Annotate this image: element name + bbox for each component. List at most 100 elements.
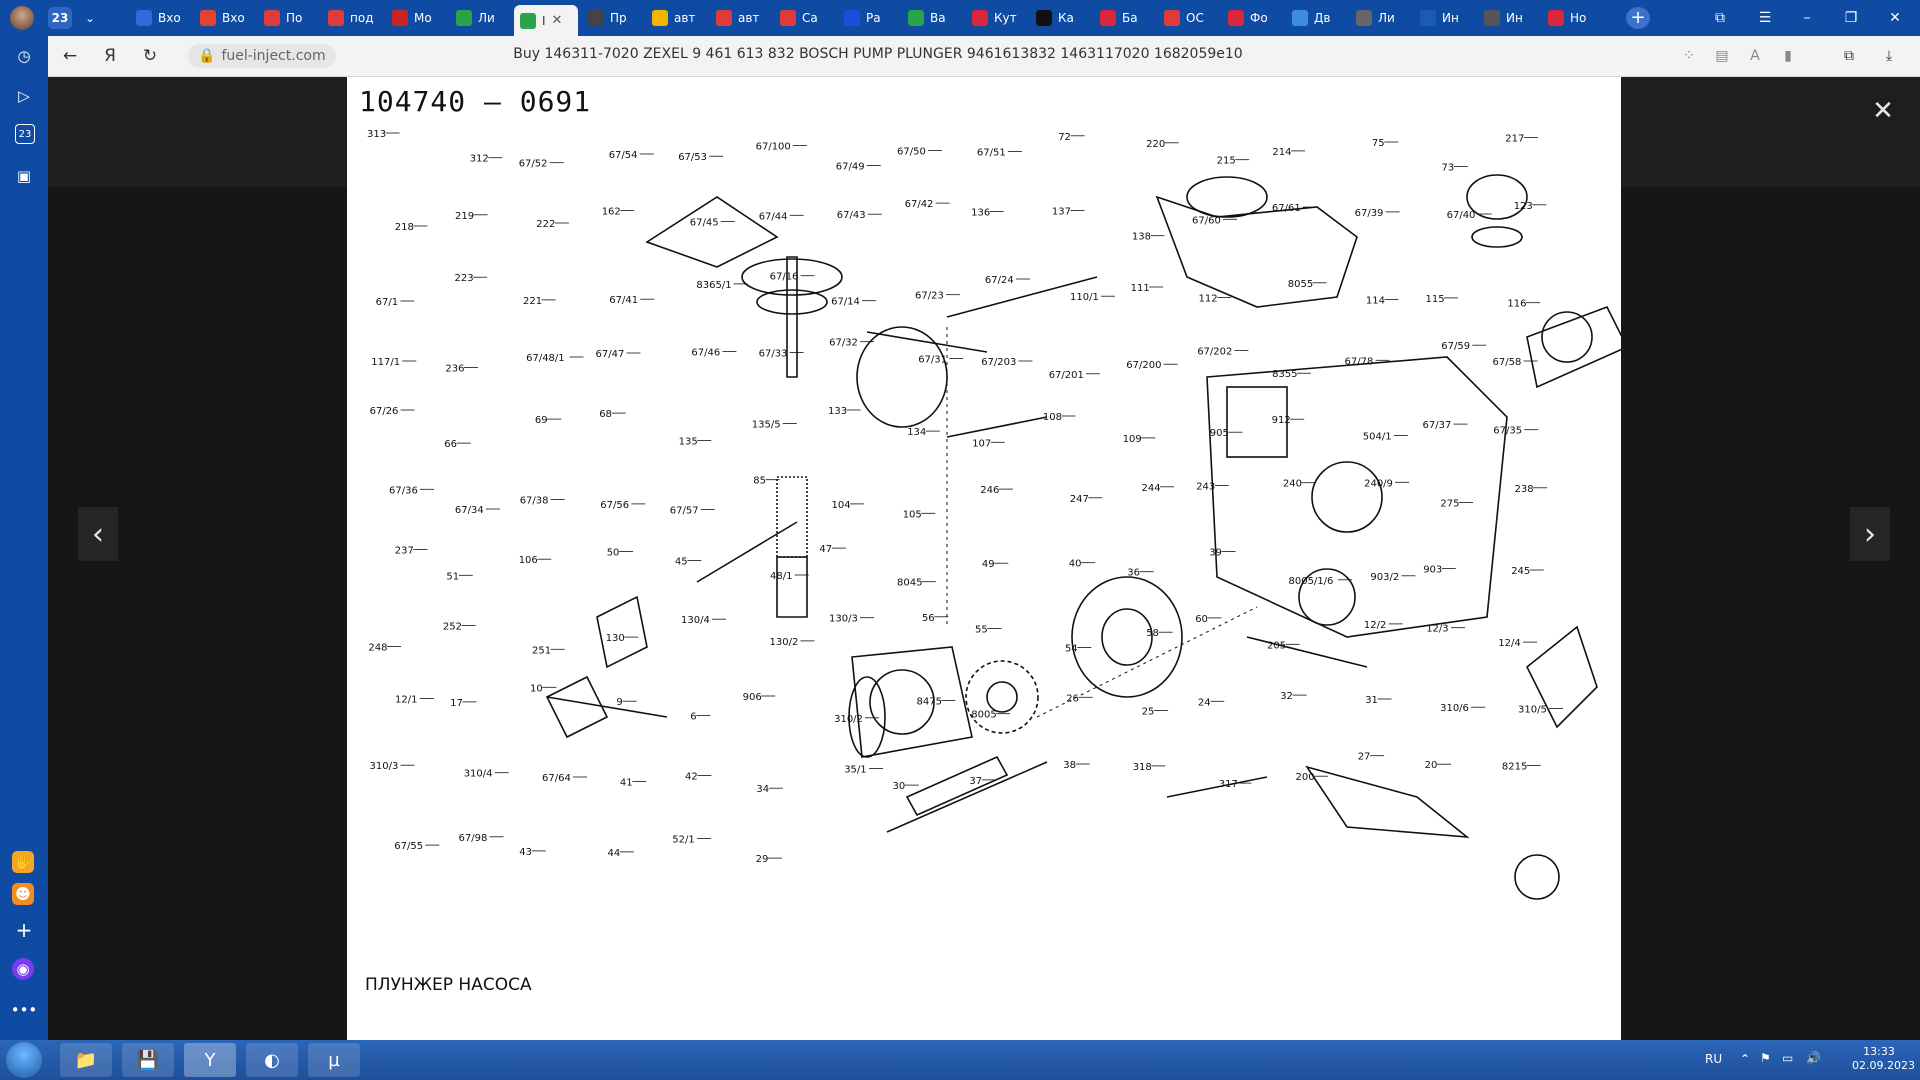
tab-1[interactable]: Вхо xyxy=(194,5,254,31)
part-label: 8355 xyxy=(1272,369,1297,380)
back-icon[interactable]: ← xyxy=(58,44,82,68)
screenshot-icon[interactable]: ▣ xyxy=(12,164,36,188)
download-icon[interactable]: ⤓ xyxy=(1878,45,1900,67)
photo-icon xyxy=(1228,10,1244,26)
part-label: 135/5 xyxy=(752,420,781,431)
firefox-icon[interactable]: ◐ xyxy=(246,1043,298,1077)
url-field[interactable]: 🔒 fuel-inject.com xyxy=(188,44,336,68)
bookmark-icon[interactable]: ▮ xyxy=(1777,45,1799,67)
close-tab-icon[interactable]: ✕ xyxy=(552,13,563,28)
flag-tray-icon[interactable]: ⚑ xyxy=(1760,1051,1771,1065)
part-label: 67/203 xyxy=(981,357,1016,368)
part-label: 110/1 xyxy=(1070,292,1099,303)
tab-count-badge[interactable]: 23 xyxy=(48,7,72,29)
part-label: 67/57 xyxy=(670,506,699,517)
close-viewer-button[interactable]: ✕ xyxy=(1871,96,1895,126)
part-label: 130/3 xyxy=(829,614,858,625)
image-viewer: ✕ ‹ › 313 312 67/52 67/54 67/53 67/100 6… xyxy=(48,77,1920,1040)
tab-3[interactable]: под xyxy=(322,5,382,31)
profile-avatar[interactable] xyxy=(10,6,34,30)
part-label: 67/56 xyxy=(600,500,629,511)
tab-label: Ин xyxy=(1506,11,1523,25)
tab-label: авт xyxy=(674,11,696,25)
file-explorer-icon[interactable]: 📁 xyxy=(60,1043,112,1077)
tab-17[interactable]: Фо xyxy=(1222,5,1282,31)
tab-2[interactable]: По xyxy=(258,5,318,31)
utorrent-icon[interactable]: µ xyxy=(308,1043,360,1077)
part-label: 40 xyxy=(1069,559,1082,570)
tab-16[interactable]: ОС xyxy=(1158,5,1218,31)
flag-icon xyxy=(264,10,280,26)
part-label: 67/98 xyxy=(459,833,488,844)
tab-label: I xyxy=(542,13,546,28)
language-indicator[interactable]: RU xyxy=(1705,1052,1722,1066)
tray-expand-icon[interactable]: ⌃ xyxy=(1740,1052,1750,1066)
reader-icon[interactable]: ▤ xyxy=(1711,45,1733,67)
part-label: 8365/1 xyxy=(696,280,731,291)
network-icon[interactable]: ▭ xyxy=(1782,1051,1793,1065)
arrow-icon xyxy=(1292,10,1308,26)
tab-7[interactable]: Пр xyxy=(582,5,642,31)
part-label: 221 xyxy=(523,296,542,307)
part-label: 312 xyxy=(470,154,489,165)
reload-icon[interactable]: ↻ xyxy=(138,44,162,68)
tab-label: ОС xyxy=(1186,11,1204,25)
yandex-protect-icon[interactable]: Я xyxy=(98,44,122,68)
tab-21[interactable]: Ин xyxy=(1478,5,1538,31)
add-icon[interactable]: + xyxy=(12,918,36,942)
part-label: 130/4 xyxy=(681,615,710,626)
alice-assistant-icon[interactable]: ◉ xyxy=(12,958,34,980)
tab-22[interactable]: Но xyxy=(1542,5,1602,31)
part-label: 310/3 xyxy=(370,761,399,772)
history-icon[interactable]: ◷ xyxy=(12,44,36,68)
volume-icon[interactable]: 🔊 xyxy=(1806,1051,1821,1065)
tab-6[interactable]: I ✕ xyxy=(514,5,578,36)
tab-18[interactable]: Дв xyxy=(1286,5,1346,31)
part-label: 67/78 xyxy=(1345,356,1374,367)
part-label: 67/39 xyxy=(1355,208,1384,219)
part-label: 105 xyxy=(903,509,922,520)
tab-13[interactable]: Кут xyxy=(966,5,1026,31)
start-button[interactable] xyxy=(6,1042,42,1078)
part-label: 8475 xyxy=(917,697,942,708)
tab-14[interactable]: Ка xyxy=(1030,5,1090,31)
previous-image-button[interactable]: ‹ xyxy=(78,507,118,561)
next-image-button[interactable]: › xyxy=(1850,507,1890,561)
tab-15[interactable]: Ба xyxy=(1094,5,1154,31)
extensions-icon[interactable]: ⁘ xyxy=(1678,45,1700,67)
tab-4[interactable]: Мо xyxy=(386,5,446,31)
tab-19[interactable]: Ли xyxy=(1350,5,1410,31)
app-icon[interactable]: ☻ xyxy=(12,883,34,905)
tab-10[interactable]: Са xyxy=(774,5,834,31)
save-icon[interactable]: 💾 xyxy=(122,1043,174,1077)
tab-11[interactable]: Ра xyxy=(838,5,898,31)
part-label: 26 xyxy=(1066,693,1079,704)
part-label: 50 xyxy=(607,547,620,558)
tabs-count-icon[interactable]: 23 xyxy=(15,124,35,144)
part-label: 36 xyxy=(1127,568,1140,579)
bookmark-tabs-icon[interactable]: ⧉ xyxy=(1703,6,1737,30)
part-label: 8005/1/6 xyxy=(1289,576,1334,587)
tab-9[interactable]: авт xyxy=(710,5,770,31)
new-tab-button[interactable]: + xyxy=(1626,7,1650,29)
menu-icon[interactable]: ☰ xyxy=(1748,6,1782,30)
restore-button[interactable]: ❐ xyxy=(1834,6,1868,30)
clock[interactable]: 13:33 02.09.2023 xyxy=(1852,1045,1915,1073)
collections-icon[interactable]: ⧉ xyxy=(1838,45,1860,67)
chevron-down-icon[interactable]: ⌄ xyxy=(80,8,100,28)
more-icon[interactable]: ••• xyxy=(11,998,38,1022)
tab-0[interactable]: Вхо xyxy=(130,5,190,31)
part-label: 67/43 xyxy=(837,210,866,221)
tab-8[interactable]: авт xyxy=(646,5,706,31)
part-label: 251 xyxy=(532,645,551,656)
minimize-button[interactable]: – xyxy=(1790,6,1824,30)
close-window-button[interactable]: ✕ xyxy=(1878,6,1912,30)
tab-20[interactable]: Ин xyxy=(1414,5,1474,31)
tab-12[interactable]: Ва xyxy=(902,5,962,31)
translate-icon[interactable]: A xyxy=(1744,45,1766,67)
part-label: 60 xyxy=(1195,614,1208,625)
hand-icon[interactable]: ✋ xyxy=(12,851,34,873)
tab-5[interactable]: Ли xyxy=(450,5,510,31)
yandex-browser-icon[interactable]: Y xyxy=(184,1043,236,1077)
media-icon[interactable]: ▷ xyxy=(12,84,36,108)
